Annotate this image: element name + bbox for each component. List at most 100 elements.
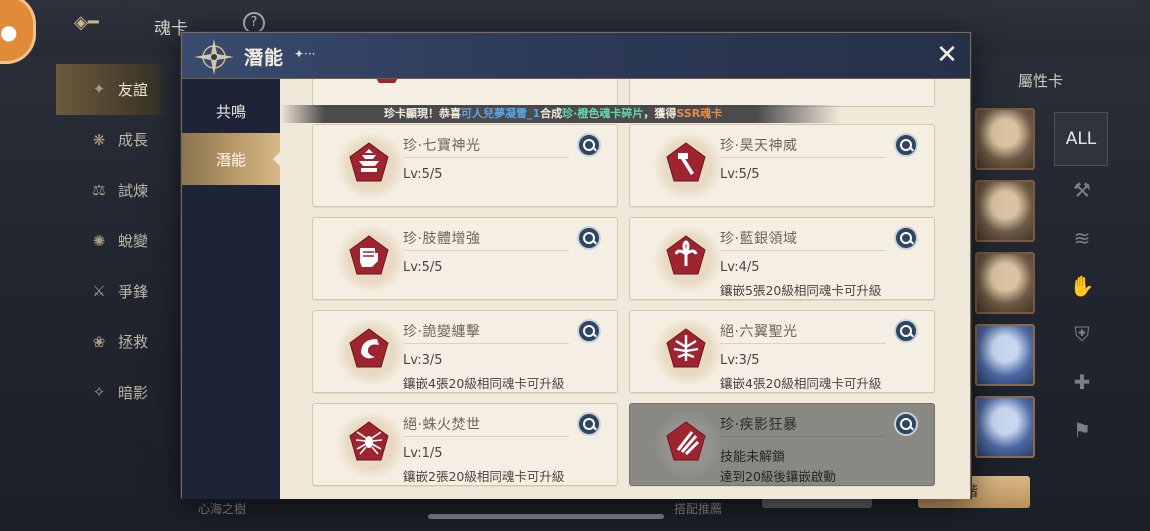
skill-name: 絕·六翼聖光: [720, 324, 798, 340]
skill-level: Lv:5/5: [720, 167, 760, 182]
recommend-label[interactable]: 搭配推薦: [674, 500, 722, 517]
skill-name: 絕·蛛火焚世: [403, 417, 481, 433]
divider: [403, 343, 569, 344]
compass-star-icon: [194, 39, 234, 75]
sword-icon: ⚔: [92, 282, 106, 301]
search-icon[interactable]: [577, 412, 601, 436]
list-item-partial[interactable]: [312, 79, 618, 107]
skill-badge: [650, 133, 726, 199]
tab-attribute-cards[interactable]: 屬性卡: [1018, 70, 1063, 91]
heart-sea-tree-label[interactable]: 心海之樹: [198, 500, 246, 517]
sidebar-item-shadow[interactable]: ✧ 暗影: [56, 367, 166, 418]
skill-level: Lv:5/5: [403, 260, 443, 275]
skill-name: 珍·藍銀領域: [720, 231, 798, 247]
list-item[interactable]: 珍·肢體增強 Lv:5/5: [312, 217, 618, 300]
list-item-partial[interactable]: [629, 79, 935, 107]
hammer-icon: [666, 142, 706, 182]
soul-card-thumb[interactable]: [975, 108, 1035, 170]
shield-filter-icon[interactable]: ⛨: [1054, 310, 1110, 358]
skill-name: 珍·疾影狂暴: [720, 417, 798, 433]
tab-potential[interactable]: 潛能: [182, 133, 281, 185]
skill-name: 珍·詭變纏擊: [403, 324, 481, 340]
skill-name: 珍·昊天神威: [720, 138, 798, 154]
sidebar-item-contest[interactable]: ⚔ 爭鋒: [56, 266, 166, 317]
soul-card-thumb[interactable]: [975, 324, 1035, 386]
sidebar-item-transform[interactable]: ✺ 蛻變: [56, 216, 166, 267]
search-icon[interactable]: [894, 133, 918, 157]
upgrade-hint: 達到20級後鑲嵌啟動: [720, 469, 836, 484]
skill-level: Lv:4/5: [720, 260, 760, 275]
soul-card-emblem-icon: ◈━: [74, 12, 99, 33]
modal-title: 潛能: [244, 47, 285, 69]
flag-filter-icon[interactable]: ⚑: [1054, 406, 1110, 454]
sidebar-item-friendship[interactable]: ✦ 友誼: [56, 64, 166, 115]
sprout-icon: ❋: [92, 130, 106, 149]
list-item[interactable]: 珍·藍銀領域 Lv:4/5 鑲嵌5張20級相同魂卡可升級: [629, 217, 935, 300]
divider: [403, 250, 569, 251]
title-ornament: ✦···: [294, 47, 316, 61]
search-icon[interactable]: [577, 319, 601, 343]
crescent-icon: [349, 328, 389, 368]
grass-icon: [666, 235, 706, 275]
skill-badge: [333, 319, 409, 385]
scrollbar[interactable]: [428, 514, 664, 519]
skill-badge: [650, 412, 726, 478]
filter-column: ALL ⚒ ≋ ✋ ⛨ ✚ ⚑: [1054, 112, 1110, 454]
list-item[interactable]: 絕·六翼聖光 Lv:3/5 鑲嵌4張20級相同魂卡可升級: [629, 310, 935, 393]
soul-card-thumb[interactable]: [975, 252, 1035, 314]
shadow-icon: ✧: [92, 383, 106, 402]
badge-partial-icon: [376, 79, 398, 83]
hand-filter-icon[interactable]: ✋: [1054, 262, 1110, 310]
soul-card-thumb[interactable]: [975, 396, 1035, 458]
skill-level: Lv:5/5: [403, 167, 443, 182]
sidebar-item-trial[interactable]: ⚖ 試煉: [56, 165, 166, 216]
skill-level: Lv:1/5: [403, 446, 443, 461]
close-icon[interactable]: ✕: [934, 42, 960, 69]
question-icon[interactable]: ?: [243, 12, 265, 34]
category-sidebar: ✦ 友誼 ❋ 成長 ⚖ 試煉 ✺ 蛻變 ⚔ 爭鋒 ❀ 拯救 ✧ 暗影: [56, 64, 166, 418]
modal-header: 潛能 ✦··· ✕: [182, 33, 970, 79]
soul-card-column: [975, 108, 1037, 468]
search-icon[interactable]: [577, 133, 601, 157]
lotus-icon: ❀: [92, 332, 106, 351]
divider: [720, 157, 886, 158]
claw-filter-icon[interactable]: ≋: [1054, 214, 1110, 262]
skill-badge: [650, 319, 726, 385]
skill-level: 技能未解鎖: [720, 450, 786, 465]
claw-icon: [666, 421, 706, 461]
modal-nav: 共鳴 潛能: [182, 79, 281, 499]
soul-card-thumb[interactable]: [975, 180, 1035, 242]
list-item[interactable]: 珍·昊天神威 Lv:5/5: [629, 124, 935, 207]
spider-icon: [349, 421, 389, 461]
list-item[interactable]: 珍·疾影狂暴 技能未解鎖達到20級後鑲嵌啟動: [629, 403, 935, 486]
pagoda-icon: [349, 142, 389, 182]
upgrade-hint: 鑲嵌4張20級相同魂卡可升級: [720, 376, 882, 391]
scales-icon: ⚖: [92, 181, 106, 200]
search-icon[interactable]: [894, 319, 918, 343]
potential-modal: 潛能 ✦··· ✕ 共鳴 潛能 珍·七寶神光 Lv:5/5 珍·昊天神威 Lv:5/5…: [181, 32, 971, 499]
search-icon[interactable]: [577, 226, 601, 250]
upgrade-hint: 鑲嵌2張20級相同魂卡可升級: [403, 469, 565, 484]
wings-icon: [666, 328, 706, 368]
skill-badge: [650, 226, 726, 292]
upgrade-hint: 鑲嵌4張20級相同魂卡可升級: [403, 376, 565, 391]
skill-name: 珍·肢體增強: [403, 231, 481, 247]
sidebar-item-rescue[interactable]: ❀ 拯救: [56, 317, 166, 368]
swirl-icon: ✺: [92, 231, 106, 250]
list-item[interactable]: 珍·七寶神光 Lv:5/5: [312, 124, 618, 207]
filter-all-button[interactable]: ALL: [1054, 112, 1108, 166]
divider: [403, 436, 569, 437]
cross-filter-icon[interactable]: ✚: [1054, 358, 1110, 406]
search-icon[interactable]: [894, 412, 918, 436]
skill-name: 珍·七寶神光: [403, 138, 481, 154]
search-icon[interactable]: [894, 226, 918, 250]
divider: [720, 250, 886, 251]
divider: [720, 343, 886, 344]
tab-resonance[interactable]: 共鳴: [182, 85, 280, 137]
hammer-filter-icon[interactable]: ⚒: [1054, 166, 1110, 214]
list-item[interactable]: 珍·詭變纏擊 Lv:3/5 鑲嵌4張20級相同魂卡可升級: [312, 310, 618, 393]
sidebar-item-growth[interactable]: ❋ 成長: [56, 115, 166, 166]
potential-list[interactable]: 珍·七寶神光 Lv:5/5 珍·昊天神威 Lv:5/5 珍·肢體增強 Lv:5/5 珍·藍銀…: [280, 79, 970, 499]
list-item[interactable]: 絕·蛛火焚世 Lv:1/5 鑲嵌2張20級相同魂卡可升級: [312, 403, 618, 486]
skill-badge: [333, 412, 409, 478]
